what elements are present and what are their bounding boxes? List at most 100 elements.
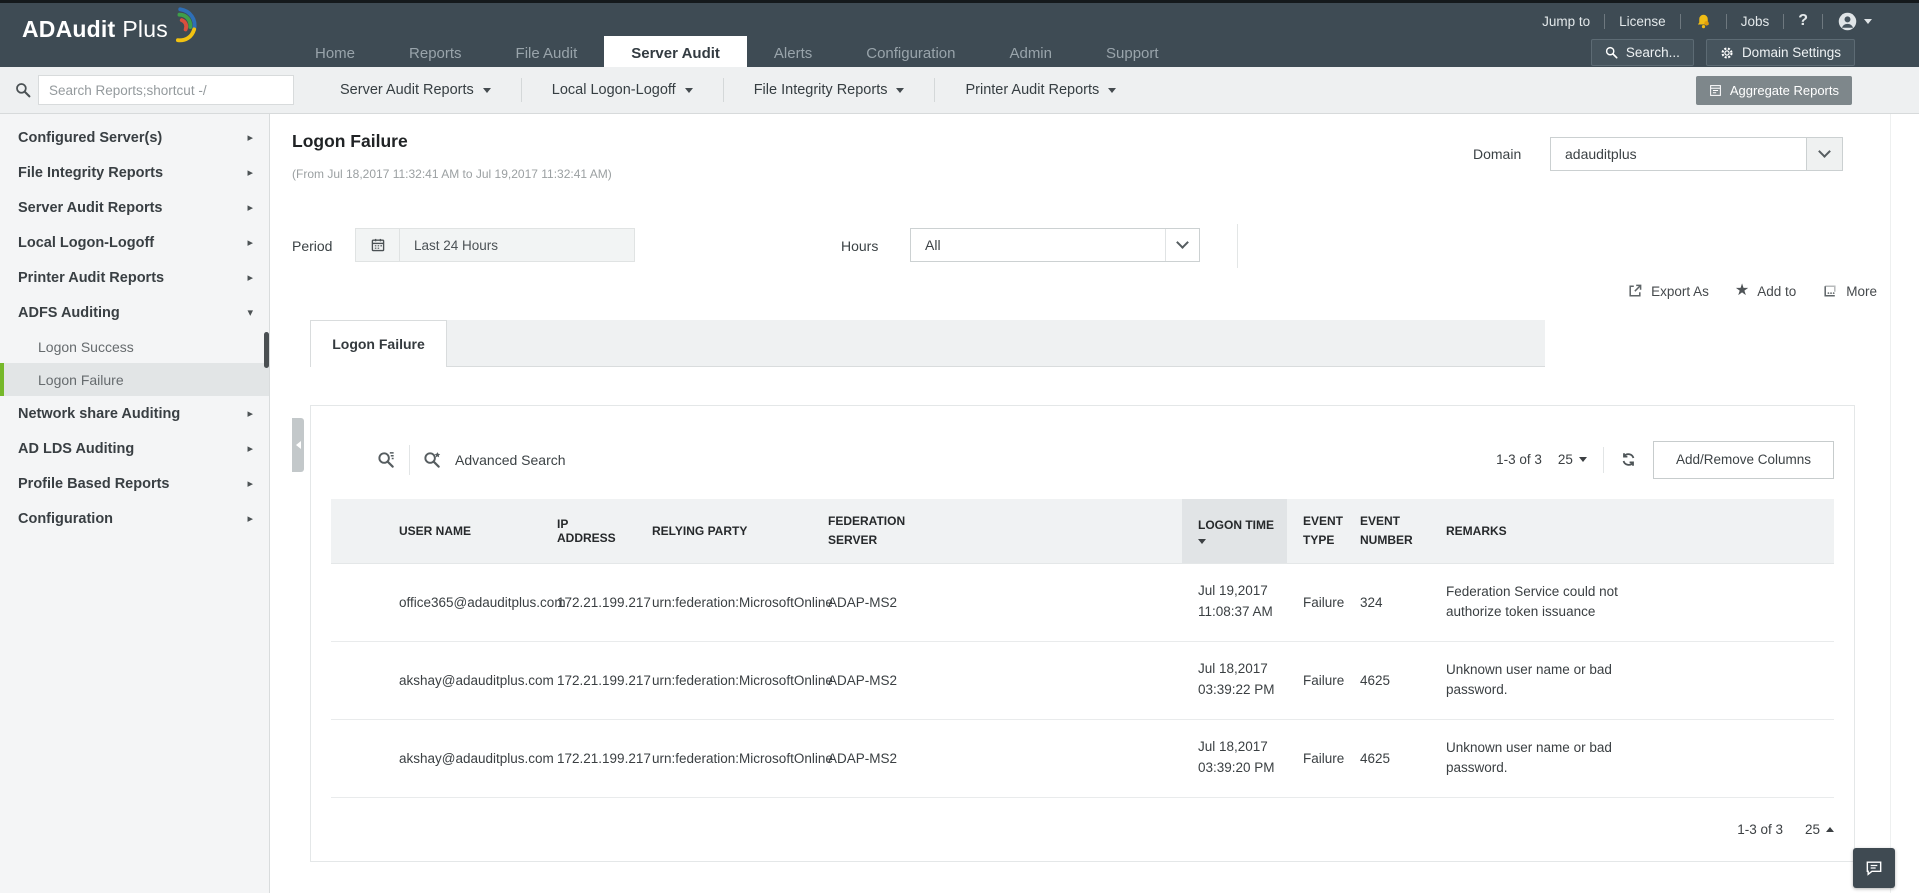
license-link[interactable]: License — [1605, 14, 1680, 29]
table-header-row: USER NAME IP ADDRESS RELYING PARTY FEDER… — [331, 499, 1834, 564]
col-event-type[interactable]: EVENT TYPE — [1287, 499, 1344, 564]
sidebar-item[interactable]: Logon Failure — [0, 363, 269, 396]
nav-item[interactable]: Configuration — [839, 36, 982, 70]
help-icon[interactable]: ? — [1784, 12, 1822, 30]
sidebar-item-label: Configuration — [18, 510, 114, 527]
sidebar-item[interactable]: Network share Auditing ▸ — [0, 396, 269, 431]
sidebar-item-label: Logon Failure — [38, 371, 124, 388]
sidebar-item[interactable]: Server Audit Reports ▸ — [0, 190, 269, 225]
user-menu[interactable] — [1823, 11, 1886, 32]
table-toolbar: Advanced Search 1-3 of 3 25 Add/Remove C… — [311, 406, 1854, 499]
sidebar-item-label: Printer Audit Reports — [18, 269, 165, 286]
domain-settings-button[interactable]: Domain Settings — [1705, 39, 1855, 66]
report-icon — [1709, 85, 1721, 96]
feedback-button[interactable] — [1853, 848, 1895, 888]
nav-item[interactable]: Support — [1079, 36, 1186, 70]
chevron-down-icon — [1864, 18, 1872, 24]
col-relying-party[interactable]: RELYING PARTY — [636, 499, 812, 564]
expand-arrow-icon: ▸ — [247, 202, 253, 214]
sidebar-item[interactable]: Configuration ▸ — [0, 501, 269, 536]
divider — [1602, 446, 1604, 473]
sidebar-item[interactable]: Configured Server(s) ▸ — [0, 120, 269, 155]
col-federation-server[interactable]: FEDERATION SERVER — [812, 499, 1182, 564]
subnav-menu[interactable]: File Integrity Reports — [724, 78, 936, 102]
brand-logo[interactable]: ADAudit Plus — [22, 7, 198, 44]
notifications-bell-icon[interactable] — [1681, 13, 1726, 30]
jobs-link[interactable]: Jobs — [1727, 14, 1784, 29]
subnav-menu[interactable]: Printer Audit Reports — [935, 78, 1146, 102]
cell-logon-time: Jul 19,2017 11:08:37 AM — [1182, 563, 1287, 642]
report-search — [8, 75, 294, 105]
report-date-range: (From Jul 18,2017 11:32:41 AM to Jul 19,… — [292, 167, 612, 181]
hours-label: Hours — [841, 238, 879, 254]
nav-item[interactable]: File Audit — [489, 36, 605, 70]
refresh-button[interactable] — [1620, 451, 1637, 468]
expand-arrow-icon: ▸ — [247, 478, 253, 490]
sidebar-item[interactable]: AD LDS Auditing ▸ — [0, 431, 269, 466]
hours-select[interactable]: All — [910, 228, 1200, 262]
refresh-icon — [1622, 453, 1635, 466]
pagination-count: 1-3 of 3 — [1496, 452, 1542, 467]
more-button[interactable]: More — [1822, 283, 1877, 299]
advanced-search-icon[interactable] — [423, 450, 442, 469]
nav-item[interactable]: Reports — [382, 36, 489, 70]
sidebar-item[interactable]: ADFS Auditing ▾ — [0, 295, 269, 330]
divider — [1890, 114, 1891, 893]
table-controls: 1-3 of 3 25 Add/Remove Columns — [1496, 440, 1834, 479]
tab-logon-failure[interactable]: Logon Failure — [310, 320, 447, 367]
expand-arrow-icon: ▸ — [247, 408, 253, 420]
search-reports-input[interactable] — [38, 75, 294, 105]
pagination-count-bottom: 1-3 of 3 — [1737, 821, 1783, 837]
subnav-menu[interactable]: Local Logon-Logoff — [522, 78, 724, 102]
cell-ip-address: 172.21.199.217 — [541, 641, 651, 720]
sidebar-scrollbar-thumb[interactable] — [264, 332, 269, 368]
jump-to-link[interactable]: Jump to — [1528, 14, 1604, 29]
advanced-search-label[interactable]: Advanced Search — [455, 452, 566, 468]
cell-remarks: Federation Service could not authorize t… — [1430, 563, 1834, 642]
column-search-icon[interactable] — [377, 450, 396, 469]
nav-item[interactable]: Alerts — [747, 36, 839, 70]
nav-item[interactable]: Server Audit — [604, 36, 747, 70]
sidebar-item[interactable]: Logon Success — [0, 330, 269, 363]
sidebar-item-label: Profile Based Reports — [18, 475, 170, 492]
nav-item-label: Home — [315, 44, 356, 62]
nav-item[interactable]: Home — [288, 36, 382, 70]
cell-remarks: Unknown user name or bad password. — [1430, 641, 1834, 720]
chevron-down-icon — [896, 87, 905, 93]
table-footer: 1-3 of 3 25 — [311, 798, 1854, 862]
add-remove-columns-button[interactable]: Add/Remove Columns — [1652, 440, 1834, 479]
sort-desc-icon — [1198, 538, 1206, 544]
col-ip-address[interactable]: IP ADDRESS — [541, 499, 636, 564]
col-logon-time-sorted[interactable]: LOGON TIME — [1182, 499, 1287, 564]
search-button[interactable]: Search... — [1590, 39, 1694, 66]
logo-swirl-icon — [175, 7, 197, 43]
add-to-button[interactable]: ★ Add to — [1735, 283, 1796, 299]
sidebar-item-label: Logon Success — [38, 338, 134, 355]
sidebar-item[interactable]: Printer Audit Reports ▸ — [0, 260, 269, 295]
subnav-menu[interactable]: Server Audit Reports — [310, 78, 522, 102]
domain-select[interactable]: adauditplus — [1550, 137, 1843, 171]
nav-item-label: Admin — [1009, 44, 1052, 62]
sidebar-collapse-handle[interactable] — [292, 418, 304, 472]
page-size-dropdown[interactable]: 25 — [1558, 452, 1587, 467]
sidebar-list: Configured Server(s) ▸ File Integrity Re… — [0, 114, 269, 536]
subnav-menu-label: Printer Audit Reports — [965, 82, 1100, 98]
export-as-button[interactable]: Export As — [1627, 283, 1709, 299]
secondary-toolbar: Server Audit Reports Local Logon-Logoff … — [0, 67, 1919, 114]
sidebar-item[interactable]: File Integrity Reports ▸ — [0, 155, 269, 190]
page-size-dropdown-bottom[interactable]: 25 — [1805, 822, 1834, 837]
aggregate-reports-button[interactable]: Aggregate Reports — [1695, 76, 1852, 105]
period-picker[interactable]: Last 24 Hours — [355, 228, 635, 262]
cell-user-name: office365@adauditplus.com — [331, 563, 566, 642]
chevron-down-icon — [1806, 138, 1842, 170]
sidebar-item[interactable]: Profile Based Reports ▸ — [0, 466, 269, 501]
subnav-menu-label: Local Logon-Logoff — [551, 82, 676, 98]
col-event-number[interactable]: EVENT NUMBER — [1344, 499, 1430, 564]
search-tools: Advanced Search — [377, 444, 566, 475]
col-remarks[interactable]: REMARKS — [1430, 499, 1834, 564]
sidebar-item[interactable]: Local Logon-Logoff ▸ — [0, 225, 269, 260]
cell-user-name: akshay@adauditplus.com — [331, 641, 554, 720]
nav-item[interactable]: Admin — [982, 36, 1079, 70]
col-user-name[interactable]: USER NAME — [331, 499, 541, 564]
nav-item-label: Support — [1106, 44, 1159, 62]
